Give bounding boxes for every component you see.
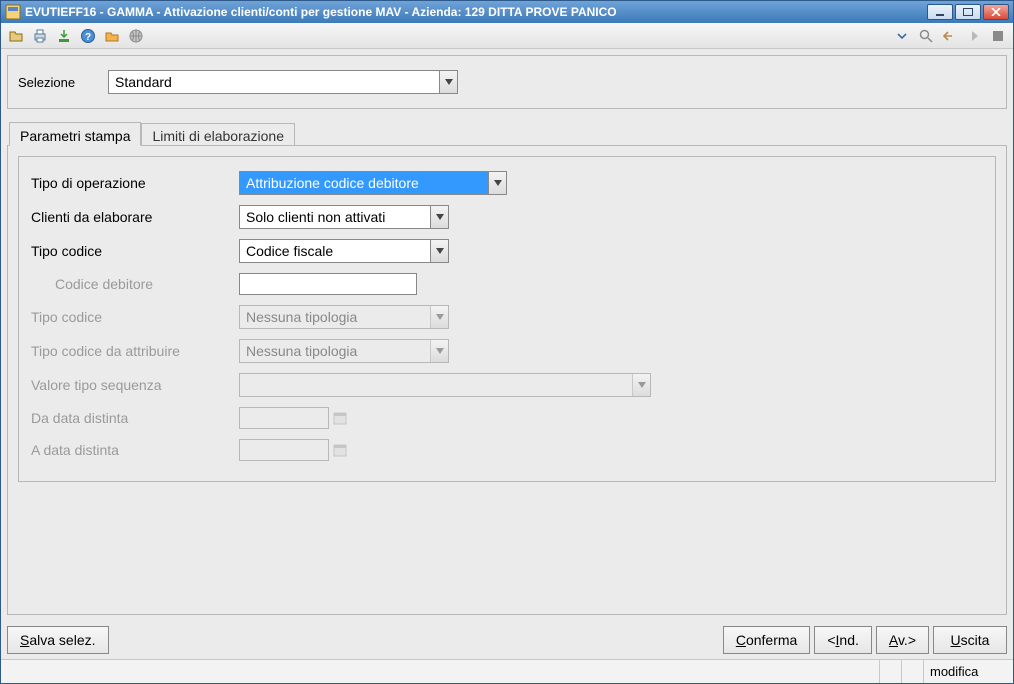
chevron-down-icon[interactable] [893, 27, 911, 45]
btn-conferma-rest: onferma [746, 632, 797, 648]
chevron-down-icon [430, 306, 448, 328]
titlebar: EVUTIEFF16 - GAMMA - Attivazione clienti… [1, 1, 1013, 23]
statusbar: modifica [1, 659, 1013, 683]
combo-valore-sequenza [239, 373, 651, 397]
input-codice-debitore[interactable] [239, 273, 417, 295]
calendar-icon [333, 411, 347, 425]
window-buttons [927, 4, 1009, 20]
svg-text:?: ? [85, 32, 91, 43]
selection-label: Selezione [18, 75, 98, 90]
value-clienti: Solo clienti non attivati [240, 206, 430, 228]
search-icon[interactable] [917, 27, 935, 45]
btn-ind-rest: nd. [839, 632, 858, 648]
globe-icon[interactable] [127, 27, 145, 45]
combo-tipo-operazione[interactable]: Attribuzione codice debitore [239, 171, 507, 195]
label-tipo-codice-attr: Tipo codice da attribuire [31, 343, 239, 359]
tab-limiti-elaborazione[interactable]: Limiti di elaborazione [141, 123, 295, 145]
value-valore-sequenza [240, 374, 632, 396]
open-icon[interactable] [7, 27, 25, 45]
help-icon[interactable]: ? [79, 27, 97, 45]
chevron-down-icon[interactable] [430, 240, 448, 262]
btn-av-rest: v.> [898, 632, 916, 648]
status-empty [1, 660, 879, 683]
back-button[interactable]: <Ind. [814, 626, 872, 654]
status-cell-1 [879, 660, 901, 683]
label-tipo-codice2: Tipo codice [31, 309, 239, 325]
label-a-data: A data distinta [31, 442, 239, 458]
value-tipo-codice-attr: Nessuna tipologia [240, 340, 430, 362]
chevron-down-icon[interactable] [430, 206, 448, 228]
input-a-data [239, 439, 329, 461]
selection-panel: Selezione Standard [7, 55, 1007, 109]
confirm-button[interactable]: Conferma [723, 626, 810, 654]
export-icon[interactable] [55, 27, 73, 45]
exit-button[interactable]: Uscita [933, 626, 1007, 654]
chevron-down-icon[interactable] [439, 71, 457, 93]
selection-value: Standard [109, 71, 439, 93]
window-title: EVUTIEFF16 - GAMMA - Attivazione clienti… [25, 5, 927, 19]
label-valore-sequenza: Valore tipo sequenza [31, 377, 239, 393]
calendar-icon [333, 443, 347, 457]
forward-icon[interactable] [965, 27, 983, 45]
combo-tipo-codice-attr: Nessuna tipologia [239, 339, 449, 363]
tabpanel-parametri: Tipo di operazione Attribuzione codice d… [7, 145, 1007, 615]
label-tipo-codice: Tipo codice [31, 243, 239, 259]
status-cell-2 [901, 660, 923, 683]
input-da-data [239, 407, 329, 429]
value-tipo-codice: Codice fiscale [240, 240, 430, 262]
btn-salva-rest: alva selez. [29, 632, 95, 648]
selection-combo[interactable]: Standard [108, 70, 458, 94]
label-clienti: Clienti da elaborare [31, 209, 239, 225]
status-mode: modifica [923, 660, 1013, 683]
tab-parametri-stampa[interactable]: Parametri stampa [9, 122, 141, 146]
close-button[interactable] [983, 4, 1009, 20]
tabstrip: Parametri stampa Limiti di elaborazione [7, 121, 1007, 145]
minimize-button[interactable] [927, 4, 953, 20]
parametri-fieldset: Tipo di operazione Attribuzione codice d… [18, 156, 996, 482]
save-selection-button[interactable]: Salva selez. [7, 626, 109, 654]
print-icon[interactable] [31, 27, 49, 45]
label-codice-debitore: Codice debitore [31, 276, 239, 292]
content-area: Selezione Standard Parametri stampa Limi… [1, 49, 1013, 621]
chevron-down-icon [632, 374, 650, 396]
maximize-button[interactable] [955, 4, 981, 20]
label-da-data: Da data distinta [31, 410, 239, 426]
combo-tipo-codice[interactable]: Codice fiscale [239, 239, 449, 263]
app-icon [5, 4, 21, 20]
combo-clienti[interactable]: Solo clienti non attivati [239, 205, 449, 229]
chevron-down-icon[interactable] [488, 172, 506, 194]
combo-tipo-codice2: Nessuna tipologia [239, 305, 449, 329]
value-tipo-codice2: Nessuna tipologia [240, 306, 430, 328]
chevron-down-icon [430, 340, 448, 362]
folder-icon[interactable] [103, 27, 121, 45]
toolbar: ? [1, 23, 1013, 49]
forward-button[interactable]: Av.> [876, 626, 929, 654]
value-tipo-operazione: Attribuzione codice debitore [240, 172, 488, 194]
app-window: EVUTIEFF16 - GAMMA - Attivazione clienti… [0, 0, 1014, 684]
stop-icon[interactable] [989, 27, 1007, 45]
undo-icon[interactable] [941, 27, 959, 45]
btn-uscita-rest: scita [961, 632, 990, 648]
button-bar: Salva selez. Conferma <Ind. Av.> Uscita [1, 621, 1013, 659]
label-tipo-operazione: Tipo di operazione [31, 175, 239, 191]
